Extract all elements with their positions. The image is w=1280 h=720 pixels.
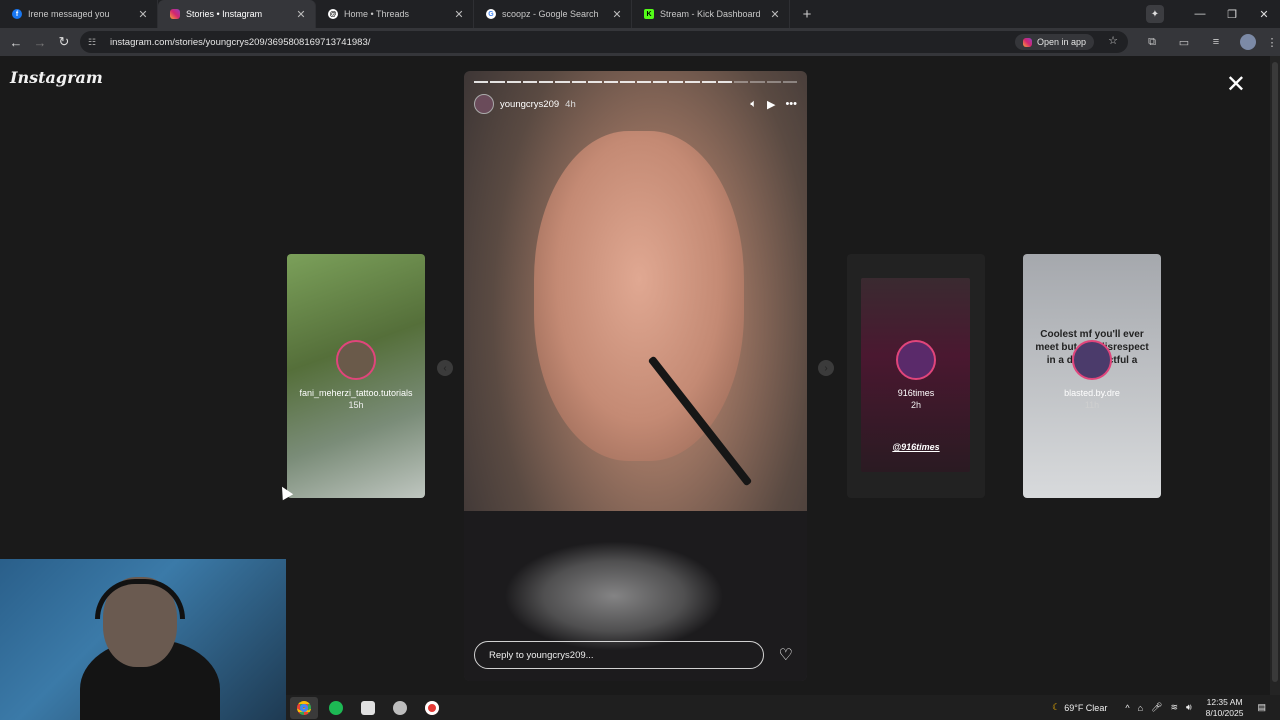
story-username[interactable]: youngcrys209	[500, 99, 559, 110]
page-scrollbar[interactable]	[1270, 56, 1280, 695]
address-toolbar: ← → ↻ ☷ instagram.com/stories/youngcrys2…	[0, 28, 1280, 56]
close-window-button[interactable]: ✕	[1248, 8, 1280, 21]
weather-text[interactable]: 69°F Clear	[1064, 703, 1107, 713]
story-mention: @916times	[892, 442, 940, 452]
story-username: blasted.by.dre	[1064, 388, 1120, 398]
open-in-app-button[interactable]: Open in app	[1014, 34, 1094, 50]
spotify-icon[interactable]	[322, 697, 350, 719]
reply-input[interactable]: Reply to youngcrys209...	[474, 641, 764, 669]
forward-button[interactable]: →	[28, 35, 52, 50]
story-username: fani_meherzi_tattoo.tutorials	[299, 388, 413, 398]
profile-avatar[interactable]	[1240, 34, 1256, 50]
volume-icon[interactable]: 🔈︎	[750, 98, 757, 111]
speaker-icon[interactable]: 🔊︎	[1186, 702, 1192, 713]
system-tray: ☾ 69°F Clear ^ ⌂ 🎤︎ ≋ 🔊︎ 12:35 AM 8/10/20…	[1048, 695, 1270, 720]
close-tab-icon[interactable]: ✕	[611, 8, 623, 21]
close-tab-icon[interactable]: ✕	[769, 8, 781, 21]
story-header: youngcrys209 4h 🔈︎ ▶ •••	[474, 93, 797, 115]
story-progress	[474, 81, 797, 83]
story-time: 15h	[348, 400, 364, 410]
close-tab-icon[interactable]: ✕	[137, 8, 149, 21]
instagram-icon	[170, 9, 180, 19]
previous-story-arrow-icon[interactable]: ‹	[437, 360, 453, 376]
tab-facebook[interactable]: f Irene messaged you ✕	[0, 0, 158, 28]
browser-tools: ⧉ ▭ ≡ ⋮	[1136, 28, 1280, 56]
story-preview-right-1[interactable]: 916times 2h @916times	[847, 254, 985, 498]
avatar	[336, 340, 376, 380]
site-info-icon[interactable]: ☷	[88, 37, 102, 48]
story-time: 11h	[1084, 400, 1100, 410]
tab-instagram[interactable]: Stories • Instagram ✕	[158, 0, 316, 28]
clock-date: 8/10/2025	[1205, 707, 1244, 718]
facebook-icon: f	[12, 9, 22, 19]
close-tab-icon[interactable]: ✕	[453, 8, 465, 21]
close-icon[interactable]: ✕	[1226, 70, 1246, 99]
tab-title: Irene messaged you	[28, 9, 110, 19]
obs-icon[interactable]	[386, 697, 414, 719]
chrome-icon[interactable]	[290, 696, 318, 719]
more-options-icon[interactable]: •••	[785, 98, 797, 111]
microphone-icon[interactable]: 🎤︎	[1151, 702, 1162, 713]
avatar	[896, 340, 936, 380]
story-time: 4h	[565, 98, 576, 110]
taskbar: ☾ 69°F Clear ^ ⌂ 🎤︎ ≋ 🔊︎ 12:35 AM 8/10/20…	[286, 695, 1280, 720]
moon-icon: ☾	[1052, 702, 1061, 712]
tab-title: Stories • Instagram	[186, 9, 263, 19]
instagram-logo[interactable]: Instagram	[10, 68, 103, 87]
story-preview-left[interactable]: fani_meherzi_tattoo.tutorials 15h	[287, 254, 425, 498]
record-icon[interactable]	[418, 697, 446, 719]
bookmark-star-icon[interactable]: ☆	[1108, 34, 1118, 47]
sparkle-icon[interactable]: ✦	[1146, 5, 1164, 23]
cast-icon[interactable]: ▭	[1168, 36, 1200, 49]
tab-threads[interactable]: @ Home • Threads ✕	[316, 0, 474, 28]
next-story-arrow-icon[interactable]: ›	[818, 360, 834, 376]
close-tab-icon[interactable]: ✕	[295, 8, 307, 21]
headphones-shape	[95, 579, 185, 619]
restore-button[interactable]: ❐	[1216, 8, 1248, 21]
notification-icon[interactable]: ▤	[1257, 702, 1266, 713]
open-in-app-label: Open in app	[1036, 37, 1086, 47]
instagram-icon	[1022, 37, 1032, 47]
avatar[interactable]	[474, 94, 494, 114]
network-icon[interactable]: ⌂	[1138, 703, 1143, 713]
tab-kick[interactable]: K Stream - Kick Dashboard ✕	[632, 0, 790, 28]
back-button[interactable]: ←	[4, 35, 28, 50]
wifi-icon[interactable]: ≋	[1170, 702, 1178, 713]
avatar	[1072, 340, 1112, 380]
play-icon[interactable]: ▶	[767, 98, 775, 111]
scrollbar-thumb[interactable]	[1272, 62, 1278, 682]
tab-title: scoopz - Google Search	[502, 9, 599, 19]
tab-title: Home • Threads	[344, 9, 410, 19]
heart-icon[interactable]: ♡	[779, 645, 793, 665]
url-text[interactable]: instagram.com/stories/youngcrys209/36958…	[110, 37, 370, 48]
minimize-button[interactable]: —	[1184, 8, 1216, 20]
clock-time: 12:35 AM	[1206, 696, 1243, 707]
reload-button[interactable]: ↻	[52, 34, 76, 50]
address-bar[interactable]: ☷ instagram.com/stories/youngcrys209/369…	[80, 31, 1128, 53]
new-tab-button[interactable]: +	[796, 3, 818, 25]
story-image	[534, 131, 744, 461]
tab-title: Stream - Kick Dashboard	[660, 9, 761, 19]
kick-icon: K	[644, 9, 654, 19]
media-icon[interactable]: ≡	[1200, 36, 1232, 48]
story-time: 2h	[910, 400, 921, 410]
chevron-up-icon[interactable]: ^	[1125, 703, 1129, 713]
webcam-overlay	[0, 559, 286, 720]
browser-tab-bar: f Irene messaged you ✕ Stories • Instagr…	[0, 0, 1280, 28]
threads-icon: @	[328, 9, 338, 19]
story-preview-right-2[interactable]: Coolest mf you'll ever meet but will dis…	[1023, 254, 1161, 498]
app-icon[interactable]	[354, 697, 382, 719]
tab-google[interactable]: G scoopz - Google Search ✕	[474, 0, 632, 28]
extensions-icon[interactable]: ⧉	[1136, 36, 1168, 49]
story-viewer[interactable]: youngcrys209 4h 🔈︎ ▶ ••• Reply to youngc…	[464, 71, 807, 681]
google-icon: G	[486, 9, 496, 19]
story-username: 916times	[897, 388, 935, 398]
menu-dots-icon[interactable]: ⋮	[1264, 36, 1280, 49]
clock[interactable]: 12:35 AM 8/10/2025	[1206, 697, 1244, 719]
window-controls: ✦ — ❐ ✕	[1146, 0, 1280, 28]
